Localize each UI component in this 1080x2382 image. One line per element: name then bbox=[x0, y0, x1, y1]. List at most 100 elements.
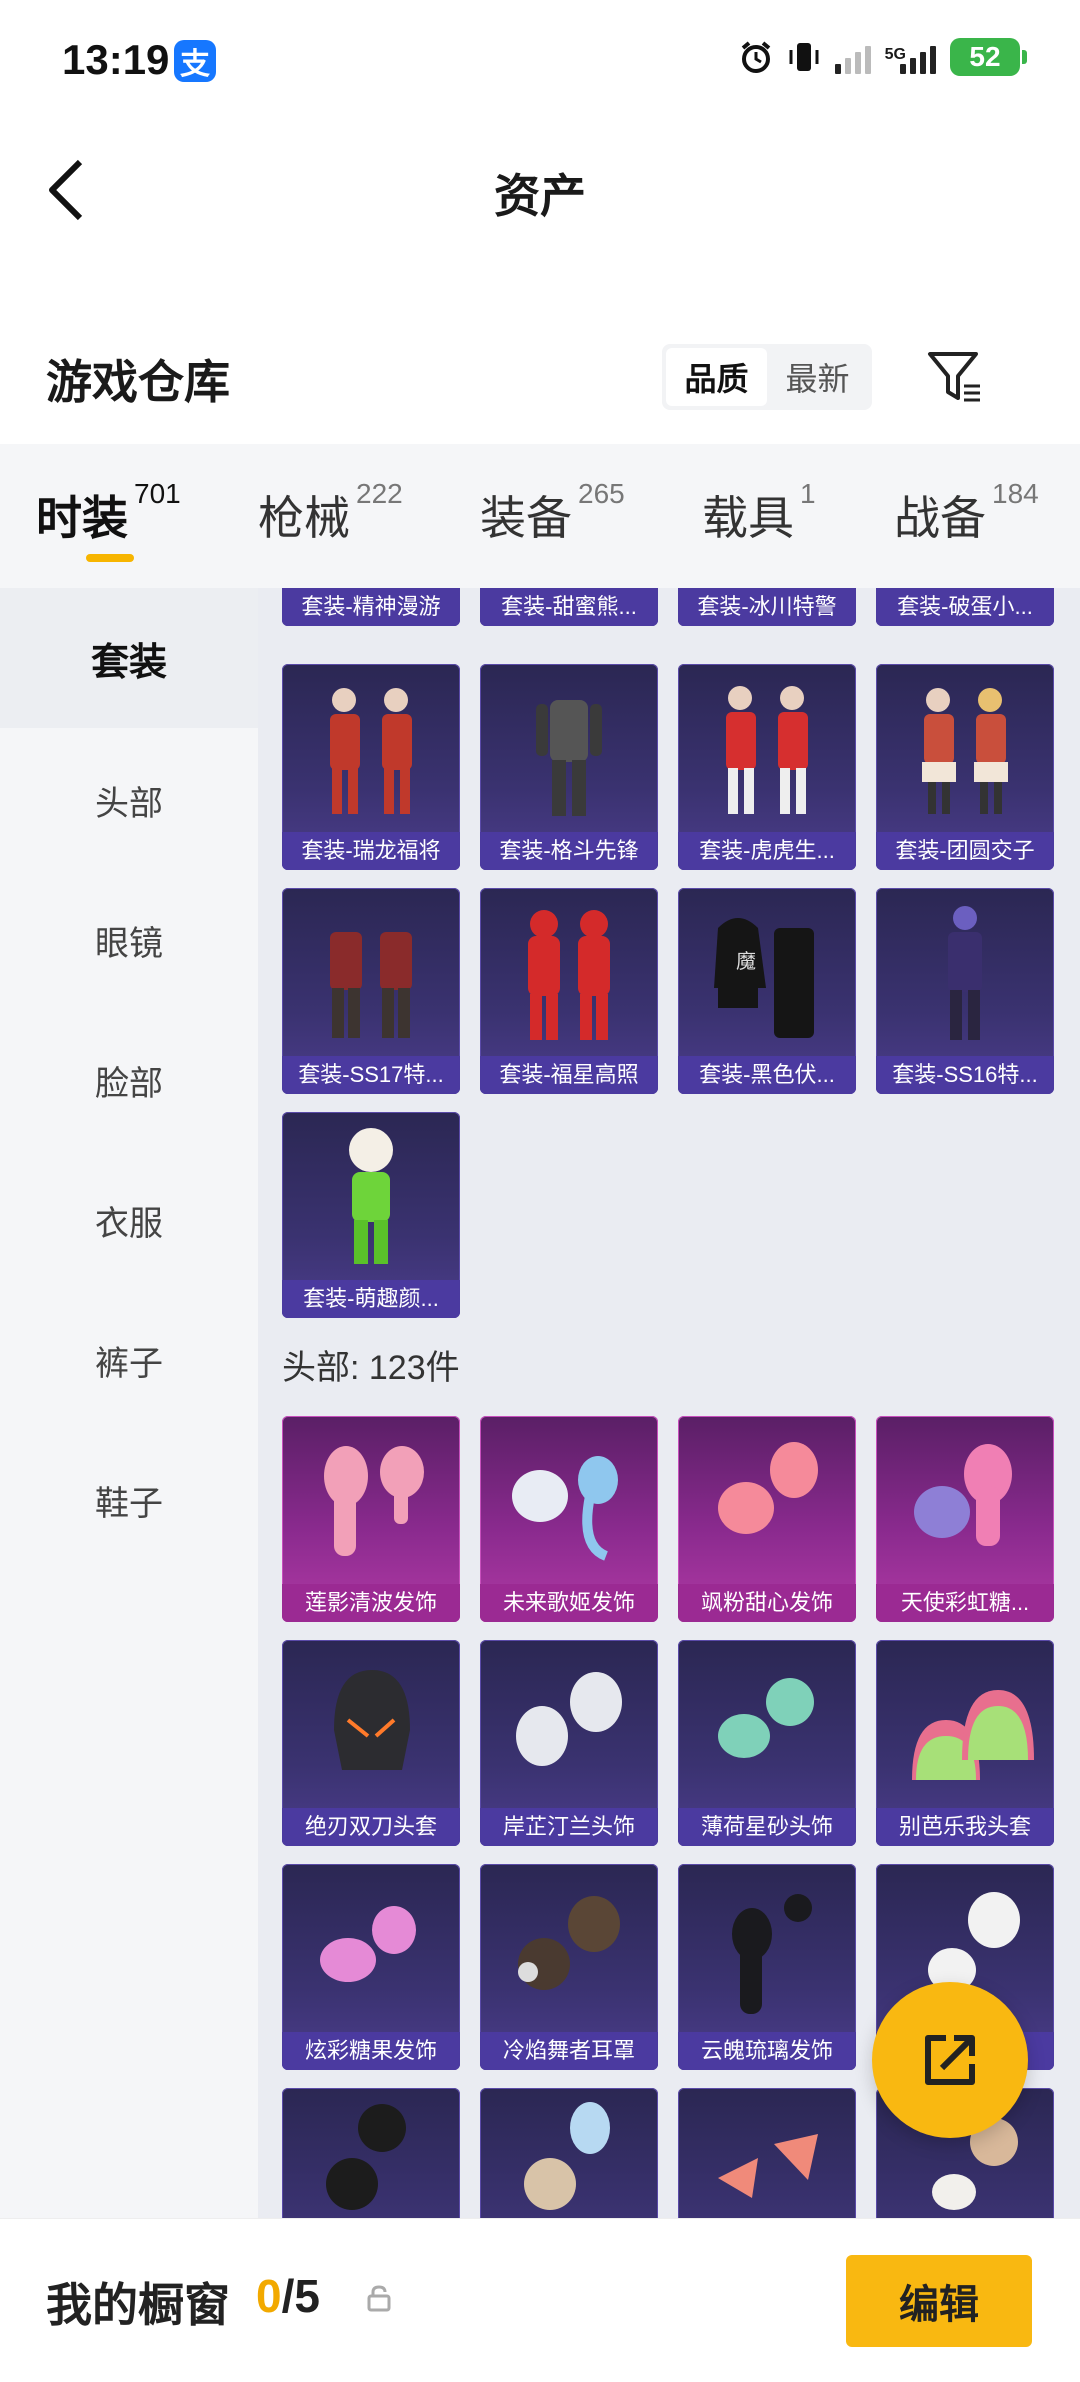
item-label: 飒粉甜心发饰 bbox=[678, 1584, 856, 1622]
head-item-image bbox=[718, 2134, 818, 2198]
head-item-card[interactable]: 云魄琉璃发饰 bbox=[678, 1864, 856, 2070]
showcase-count: 0/5 bbox=[256, 2269, 320, 2323]
head-item-image bbox=[324, 1446, 424, 1556]
suit-card[interactable]: 套装-SS17特... bbox=[282, 888, 460, 1094]
head-item-card[interactable] bbox=[678, 2088, 856, 2218]
head-item-image bbox=[516, 1672, 622, 1766]
suit-image bbox=[330, 932, 412, 1038]
head-item-card[interactable]: 飒粉甜心发饰 bbox=[678, 1416, 856, 1622]
head-item-image bbox=[718, 1678, 814, 1758]
head-item-card[interactable]: 冷焰舞者耳罩 bbox=[480, 1864, 658, 2070]
tab-vehicles[interactable]: 载具 1 bbox=[702, 478, 816, 548]
network-type: 5G bbox=[884, 46, 906, 63]
head-item-image bbox=[334, 1670, 410, 1770]
item-label: 套装-黑色伏... bbox=[678, 1056, 856, 1094]
suit-card[interactable]: 套装-冰川特警 bbox=[678, 588, 856, 626]
sidebar-item-glasses[interactable]: 眼镜 bbox=[0, 870, 258, 1010]
item-label: 炫彩糖果发饰 bbox=[282, 2032, 460, 2070]
suit-card[interactable]: 套装-福星高照 bbox=[480, 888, 658, 1094]
item-label: 岸芷汀兰头饰 bbox=[480, 1808, 658, 1846]
head-item-card[interactable]: 炫彩糖果发饰 bbox=[282, 1864, 460, 2070]
suit-image bbox=[948, 906, 982, 1040]
item-label: 套装-虎虎生... bbox=[678, 832, 856, 870]
tab-label: 装备 bbox=[480, 492, 572, 544]
showcase-total: /5 bbox=[281, 2270, 320, 2322]
suit-image bbox=[528, 910, 610, 1040]
suit-image bbox=[536, 700, 602, 816]
sort-latest-option[interactable]: 最新 bbox=[767, 348, 868, 406]
svg-text:魔: 魔 bbox=[736, 949, 756, 973]
head-item-card[interactable]: 天使彩虹糖... bbox=[876, 1416, 1054, 1622]
sidebar: 套装 头部 眼镜 脸部 衣服 裤子 鞋子 bbox=[0, 588, 258, 2218]
item-label: 套装-甜蜜熊... bbox=[480, 588, 658, 626]
sidebar-item-face[interactable]: 脸部 bbox=[0, 1010, 258, 1150]
lock-icon bbox=[367, 2285, 391, 2312]
item-label: 套装-格斗先锋 bbox=[480, 832, 658, 870]
suit-card[interactable]: 魔 套装-黑色伏... bbox=[678, 888, 856, 1094]
head-item-card[interactable]: 未来歌姬发饰 bbox=[480, 1416, 658, 1622]
sidebar-item-suits[interactable]: 套装 bbox=[0, 588, 258, 728]
item-grid: 套装-精神漫游 套装-甜蜜熊... 套装-冰川特警 套装-破蛋小... 套装-瑞… bbox=[258, 588, 1080, 2218]
item-label: 套装-团圆交子 bbox=[876, 832, 1054, 870]
head-item-card[interactable] bbox=[480, 2088, 658, 2218]
active-tab-indicator bbox=[86, 554, 134, 562]
head-item-image bbox=[320, 1906, 416, 1982]
suit-card[interactable]: 套装-瑞龙福将 bbox=[282, 664, 460, 870]
item-label: 套装-冰川特警 bbox=[678, 588, 856, 626]
suit-card[interactable]: 套装-SS16特... bbox=[876, 888, 1054, 1094]
head-item-card[interactable]: 绝刃双刀头套 bbox=[282, 1640, 460, 1846]
sidebar-item-head[interactable]: 头部 bbox=[0, 730, 258, 870]
item-label: 天使彩虹糖... bbox=[876, 1584, 1054, 1622]
section-heading-head: 头部: 123件 bbox=[282, 1349, 460, 1387]
tab-battle-gear[interactable]: 战备 184 bbox=[894, 478, 1039, 548]
head-item-image bbox=[518, 1896, 620, 1990]
item-label: 套装-精神漫游 bbox=[282, 588, 460, 626]
tab-label: 枪械 bbox=[258, 492, 350, 544]
head-item-card[interactable] bbox=[282, 2088, 460, 2218]
sidebar-item-shoes[interactable]: 鞋子 bbox=[0, 1430, 258, 1570]
head-item-card[interactable]: 莲影清波发饰 bbox=[282, 1416, 460, 1622]
sidebar-item-clothes[interactable]: 衣服 bbox=[0, 1150, 258, 1290]
suit-card[interactable]: 套装-甜蜜熊... bbox=[480, 588, 658, 626]
item-label: 冷焰舞者耳罩 bbox=[480, 2032, 658, 2070]
item-label: 绝刃双刀头套 bbox=[282, 1808, 460, 1846]
head-item-image bbox=[326, 2104, 406, 2210]
suit-card[interactable]: 套装-虎虎生... bbox=[678, 664, 856, 870]
tab-equipment[interactable]: 装备 265 bbox=[480, 478, 625, 548]
tab-label: 载具 bbox=[702, 492, 794, 544]
suit-card[interactable]: 套装-萌趣颜... bbox=[282, 1112, 460, 1318]
filter-button[interactable] bbox=[920, 342, 990, 412]
item-label: 套装-破蛋小... bbox=[876, 588, 1054, 626]
sidebar-item-pants[interactable]: 裤子 bbox=[0, 1290, 258, 1430]
suit-image bbox=[330, 688, 412, 814]
item-label: 云魄琉璃发饰 bbox=[678, 2032, 856, 2070]
suit-card[interactable]: 套装-团圆交子 bbox=[876, 664, 1054, 870]
tab-weapons[interactable]: 枪械 222 bbox=[258, 478, 403, 548]
edit-button[interactable]: 编辑 bbox=[846, 2255, 1032, 2347]
tab-count: 1 bbox=[800, 478, 816, 509]
head-item-card[interactable]: 别芭乐我头套 bbox=[876, 1640, 1054, 1846]
item-label: 薄荷星砂头饰 bbox=[678, 1808, 856, 1846]
share-external-icon bbox=[925, 2035, 975, 2085]
item-label: 未来歌姬发饰 bbox=[480, 1584, 658, 1622]
suit-image bbox=[349, 1128, 393, 1264]
suit-card[interactable]: 套装-破蛋小... bbox=[876, 588, 1054, 626]
tab-label: 战备 bbox=[894, 492, 986, 544]
suit-image bbox=[922, 688, 1008, 814]
item-label: 别芭乐我头套 bbox=[876, 1808, 1054, 1846]
head-item-image bbox=[718, 1442, 818, 1534]
status-time: 13:19 bbox=[62, 36, 170, 83]
warehouse-title: 游戏仓库 bbox=[46, 356, 230, 408]
head-item-card[interactable]: 岸芷汀兰头饰 bbox=[480, 1640, 658, 1846]
suit-card[interactable]: 套装-格斗先锋 bbox=[480, 664, 658, 870]
tab-count: 222 bbox=[356, 478, 403, 509]
tab-count: 701 bbox=[134, 478, 181, 509]
showcase-label: 我的橱窗 bbox=[46, 2279, 230, 2331]
sort-quality-option[interactable]: 品质 bbox=[666, 348, 767, 406]
filter-icon bbox=[928, 352, 980, 402]
head-item-card[interactable]: 薄荷星砂头饰 bbox=[678, 1640, 856, 1846]
tab-fashion[interactable]: 时装 701 bbox=[36, 478, 181, 548]
signal-weak-icon bbox=[834, 40, 871, 74]
share-button[interactable] bbox=[872, 1982, 1028, 2138]
suit-card[interactable]: 套装-精神漫游 bbox=[282, 588, 460, 626]
